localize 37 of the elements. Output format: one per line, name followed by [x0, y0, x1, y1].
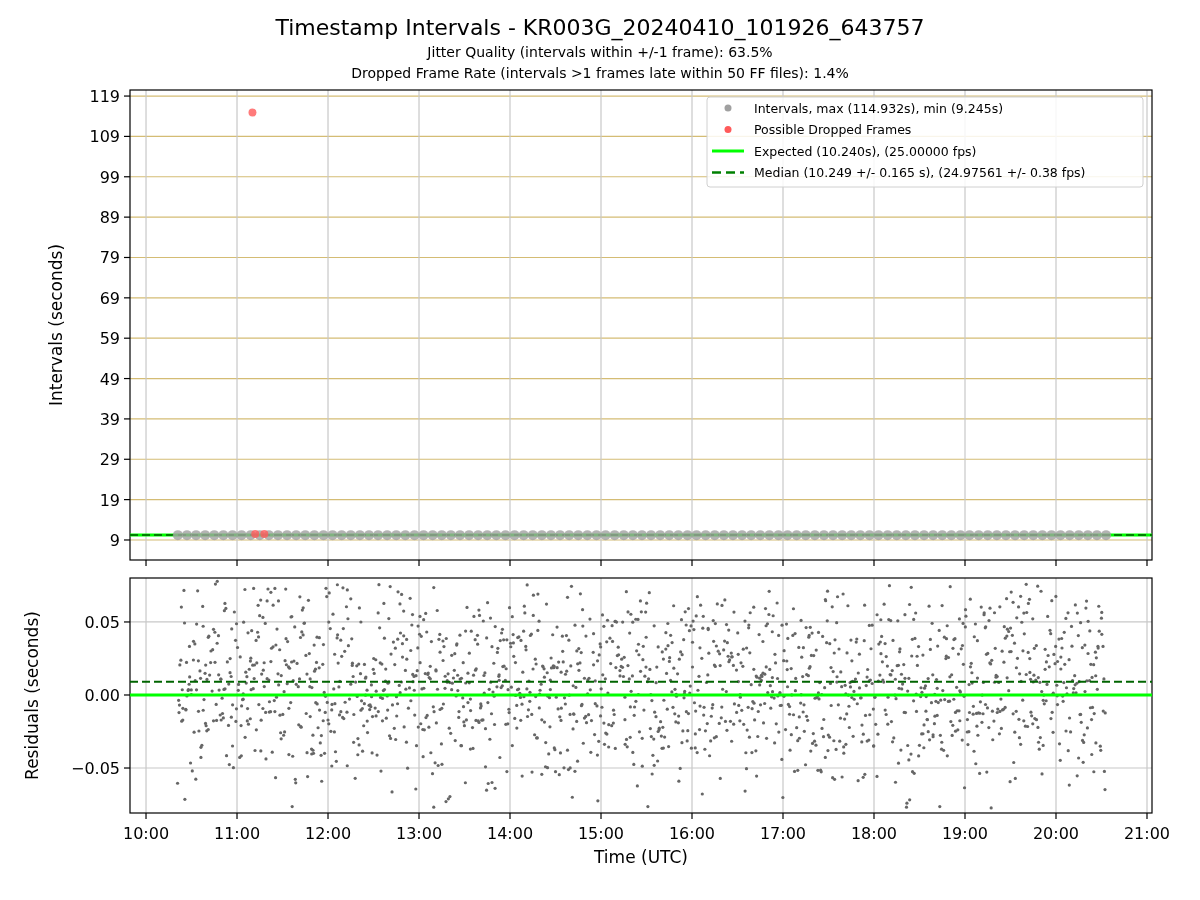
y-tick-label: 49 — [99, 369, 120, 389]
x-tick-label: 21:00 — [1123, 824, 1171, 843]
y-axis-label: Intervals (seconds) — [46, 243, 66, 407]
legend-label: Median (10.249 +/- 0.165 s), (24.97561 +/- 0.38 fps) — [754, 165, 1086, 180]
y-tick-label: 39 — [99, 409, 120, 429]
x-tick-label: 16:00 — [668, 824, 716, 843]
y-tick-label: 69 — [99, 288, 120, 308]
x-tick-label: 17:00 — [759, 824, 807, 843]
y-tick-label: 9 — [109, 531, 120, 550]
y-tick-label: 119 — [89, 88, 120, 107]
y-tick-label: 0.00 — [84, 686, 120, 705]
y-axis-label: Residuals (seconds) — [22, 611, 42, 780]
y-tick-label: 109 — [89, 127, 120, 147]
x-tick-label: 19:00 — [941, 824, 989, 843]
y-tick-label: 29 — [99, 450, 120, 470]
y-tick-label: 89 — [99, 208, 120, 228]
legend-label: Expected (10.240s), (25.00000 fps) — [754, 143, 977, 159]
x-tick-label: 14:00 — [486, 824, 534, 843]
y-tick-label: −0.05 — [70, 759, 120, 778]
x-axis-label: Time (UTC) — [594, 847, 688, 867]
x-tick-label: 13:00 — [395, 824, 443, 843]
y-tick-label: 79 — [99, 248, 120, 268]
x-tick-label: 10:00 — [122, 824, 170, 843]
legend-label: Intervals, max (114.932s), min (9.245s) — [754, 100, 1004, 116]
x-tick-label: 18:00 — [850, 824, 898, 843]
x-tick-label: 12:00 — [304, 824, 352, 843]
x-tick-label: 20:00 — [1032, 824, 1080, 843]
y-tick-label: 0.05 — [84, 612, 120, 632]
legend-label: Possible Dropped Frames — [754, 122, 912, 137]
y-tick-label: 19 — [99, 490, 120, 510]
figure-title: Timestamp Intervals - KR003G_20240410_101926_643757 — [275, 14, 925, 42]
figure-subtitle: Dropped Frame Rate (intervals >1 frames late within 50 FF files): 1.4% — [351, 64, 849, 83]
y-tick-label: 99 — [99, 167, 120, 187]
x-tick-label: 15:00 — [577, 824, 625, 843]
figure-subtitle: Jitter Quality (intervals within +/-1 frame): 63.5% — [427, 43, 773, 62]
y-tick-label: 59 — [99, 329, 120, 349]
x-tick-label: 11:00 — [213, 824, 261, 843]
